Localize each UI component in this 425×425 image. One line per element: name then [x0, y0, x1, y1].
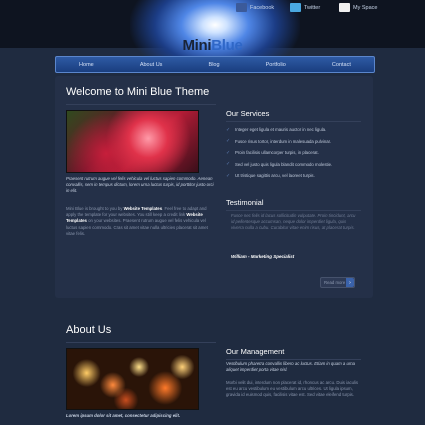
checkmark-icon: ✓ — [226, 149, 231, 156]
divider — [226, 210, 361, 211]
flower-image — [66, 110, 199, 173]
facebook-icon — [236, 3, 247, 12]
service-item: ✓ Sed vel justo quis ligula blandit commo… — [226, 159, 332, 171]
management-lead: Vestibulum pharetra convallis libero ac … — [226, 361, 356, 373]
myspace-label: My Space — [353, 4, 378, 11]
arrow-right-icon: › — [346, 278, 354, 287]
divider — [66, 342, 216, 343]
myspace-icon — [339, 3, 350, 12]
myspace-link[interactable]: My Space — [339, 3, 377, 12]
nav-contact[interactable]: Contact — [332, 62, 351, 68]
nav-about-us[interactable]: About Us — [140, 62, 163, 68]
testimonial-title: Testimonial — [226, 198, 264, 207]
facebook-label: Facebook — [250, 4, 275, 11]
service-item: ✓ Fusce risus tortor, interdum in malesua… — [226, 136, 332, 148]
welcome-body: Mini Blue is brought to you by Website T… — [66, 206, 216, 237]
testimonial-author: William - Marketing Specialist — [231, 254, 295, 259]
read-more-label: Read more — [324, 280, 346, 285]
welcome-caption: Praesent rutrum augue vel felis vehicula… — [66, 176, 214, 194]
twitter-icon — [290, 3, 301, 12]
welcome-body-text-1: Mini Blue is brought to you by — [66, 206, 124, 211]
management-title: Our Management — [226, 347, 285, 356]
main-nav: Home About Us Blog Portfolio Contact — [55, 56, 375, 73]
service-text: Ut tristique sagittis arcu, vel laoreet … — [235, 173, 315, 179]
services-list: ✓ Integer eget ligula et mauris auctor in… — [226, 124, 332, 182]
service-text: Proin facilisis ullamcorper turpis, in p… — [235, 150, 319, 156]
service-text: Integer eget ligula et mauris auctor in … — [235, 127, 327, 133]
about-caption: Lorem ipsum dolor sit amet, consectetur … — [66, 413, 181, 418]
divider — [66, 104, 216, 105]
read-more-button[interactable]: Read more › — [320, 277, 355, 288]
logo-part-mini: Mini — [182, 37, 212, 54]
nav-blog[interactable]: Blog — [209, 62, 220, 68]
welcome-body-text-3: on your websites. Praesent rutrum augue … — [66, 218, 208, 236]
management-body: Morbi velit dui, interdum non placerat i… — [226, 380, 359, 398]
nav-home[interactable]: Home — [79, 62, 94, 68]
checkmark-icon: ✓ — [226, 138, 231, 145]
service-item: ✓ Proin facilisis ullamcorper turpis, in … — [226, 147, 332, 159]
bokeh-image — [66, 348, 199, 410]
welcome-title: Welcome to Mini Blue Theme — [66, 86, 210, 98]
services-title: Our Services — [226, 109, 270, 118]
logo-part-blue: Blue — [211, 37, 243, 54]
divider — [226, 359, 361, 360]
nav-portfolio[interactable]: Portfolio — [266, 62, 286, 68]
twitter-label: Twitter — [304, 4, 321, 11]
about-title: About Us — [66, 324, 112, 336]
facebook-link[interactable]: Facebook — [236, 3, 274, 12]
website-templates-link[interactable]: Website Templates — [124, 206, 163, 211]
checkmark-icon: ✓ — [226, 172, 231, 179]
divider — [226, 121, 361, 122]
service-text: Fusce risus tortor, interdum in malesuad… — [235, 138, 332, 144]
site-logo[interactable]: MiniBlue — [0, 37, 425, 54]
service-text: Sed vel justo quis ligula blandit commod… — [235, 161, 333, 167]
checkmark-icon: ✓ — [226, 126, 231, 133]
service-item: ✓ Ut tristique sagittis arcu, vel laoreet… — [226, 170, 332, 182]
twitter-link[interactable]: Twitter — [290, 3, 320, 12]
testimonial-quote: Fusce nec felis id lacus sollicitudin vu… — [231, 213, 356, 231]
checkmark-icon: ✓ — [226, 161, 231, 168]
service-item: ✓ Integer eget ligula et mauris auctor in… — [226, 124, 332, 136]
